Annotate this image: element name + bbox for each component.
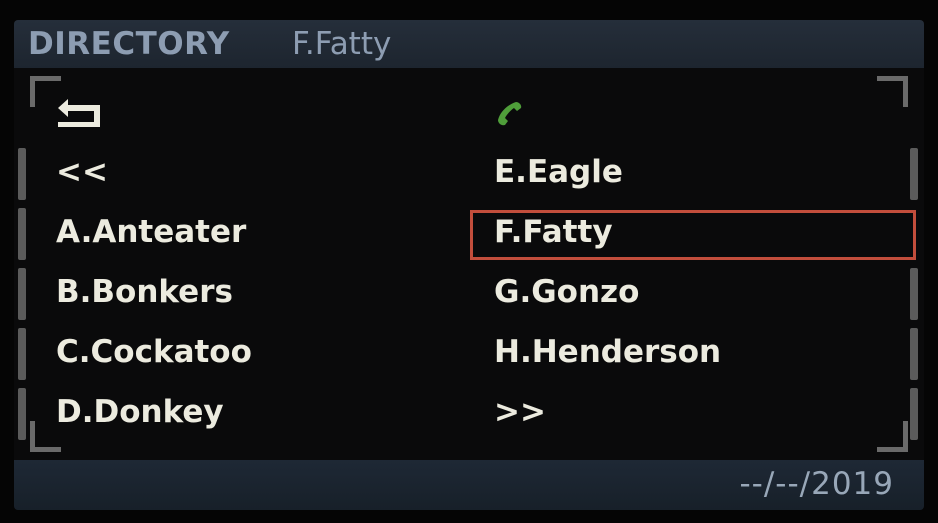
side-tab <box>910 388 918 440</box>
selected-contact-title: F.Fatty <box>292 26 392 62</box>
side-tab <box>18 328 26 380</box>
side-tab <box>910 148 918 200</box>
contact-label: E.Eagle <box>494 154 623 190</box>
prev-page-button[interactable]: << <box>56 146 108 198</box>
next-page-button[interactable]: >> <box>494 386 546 438</box>
directory-screen: DIRECTORY F.Fatty << A.Anteater B.Bonker… <box>14 20 924 510</box>
side-tab <box>910 328 918 380</box>
contact-item-h-henderson[interactable]: H.Henderson <box>494 326 721 378</box>
contact-item-d-donkey[interactable]: D.Donkey <box>56 386 224 438</box>
contact-item-a-anteater[interactable]: A.Anteater <box>56 206 246 258</box>
directory-list-frame: << A.Anteater B.Bonkers C.Cockatoo D.Don… <box>18 68 918 460</box>
contact-label: H.Henderson <box>494 334 722 370</box>
contact-label: A.Anteater <box>56 214 247 250</box>
frame-corner <box>877 76 908 107</box>
next-page-label: >> <box>494 394 546 430</box>
frame-corner <box>877 421 908 452</box>
contact-item-g-gonzo[interactable]: G.Gonzo <box>494 266 639 318</box>
contact-item-b-bonkers[interactable]: B.Bonkers <box>56 266 233 318</box>
contact-label: D.Donkey <box>56 394 224 430</box>
contact-label: B.Bonkers <box>56 274 233 310</box>
contact-item-f-fatty[interactable]: F.Fatty <box>494 206 613 258</box>
return-arrow-icon <box>54 96 104 132</box>
side-tab <box>18 148 26 200</box>
contact-label: F.Fatty <box>494 214 613 250</box>
status-bar: --/--/2019 <box>14 460 924 510</box>
prev-page-label: << <box>56 154 108 190</box>
contact-label: C.Cockatoo <box>56 334 252 370</box>
title-bar: DIRECTORY F.Fatty <box>14 20 924 68</box>
phone-handset-icon <box>494 99 524 129</box>
page-title: DIRECTORY <box>28 26 230 62</box>
back-button[interactable] <box>54 86 104 138</box>
contact-item-c-cockatoo[interactable]: C.Cockatoo <box>56 326 252 378</box>
date-readout: --/--/2019 <box>739 466 894 502</box>
contact-item-e-eagle[interactable]: E.Eagle <box>494 146 623 198</box>
call-button[interactable] <box>494 86 524 138</box>
side-tab <box>18 208 26 260</box>
side-tab <box>910 268 918 320</box>
side-tab <box>18 388 26 440</box>
contact-label: G.Gonzo <box>494 274 640 310</box>
side-tab <box>18 268 26 320</box>
